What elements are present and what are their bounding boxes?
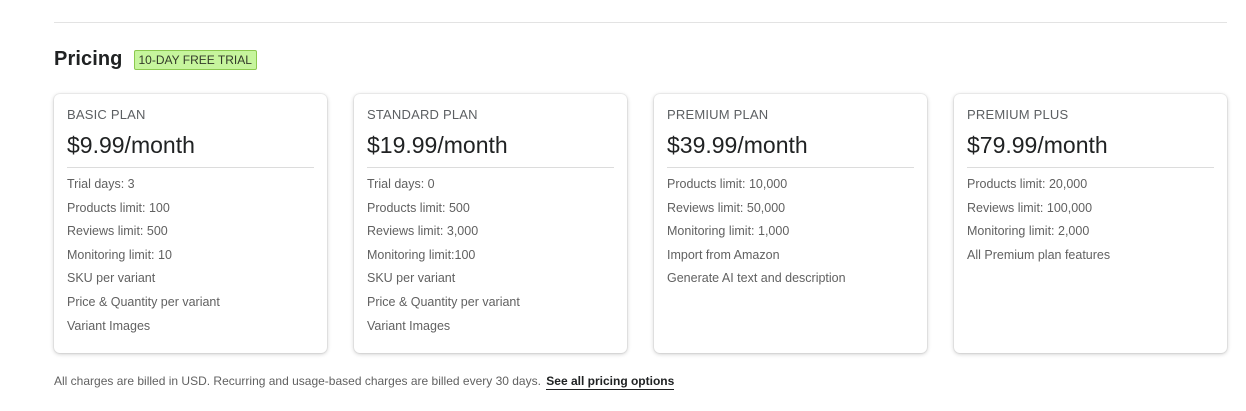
plan-feature: Monitoring limit: 2,000 — [967, 224, 1090, 239]
plan-feature: Price & Quantity per variant — [367, 294, 520, 309]
plan-divider — [67, 167, 314, 168]
plan-feature: Monitoring limit: 10 — [67, 247, 172, 262]
plan-card-standard: STANDARD PLAN $19.99/month Trial days: 0… — [354, 94, 627, 353]
plan-feature: Trial days: 0 — [367, 177, 435, 191]
plan-divider — [667, 167, 914, 168]
plan-feature: Reviews limit: 100,000 — [967, 200, 1093, 215]
feature-list: Trial days: 0 Products limit: 500 Reviews … — [367, 176, 614, 341]
plan-cards: BASIC PLAN $9.99/month Trial days: 3 Prod… — [54, 94, 1227, 353]
plan-name: PREMIUM PLAN — [667, 107, 769, 122]
plan-divider — [967, 167, 1214, 168]
plan-feature: All Premium plan features — [967, 247, 1111, 262]
plan-feature: SKU per variant — [367, 271, 456, 286]
plan-divider — [367, 167, 614, 168]
plan-price: $39.99/month — [667, 132, 808, 158]
plan-name: BASIC PLAN — [67, 107, 146, 122]
plan-feature: Reviews limit: 3,000 — [367, 224, 479, 239]
plan-card-premium: PREMIUM PLAN $39.99/month Products limit… — [654, 94, 927, 353]
plan-card-premium-plus: PREMIUM PLUS $79.99/month Products limit… — [954, 94, 1227, 353]
plan-price: $9.99/month — [67, 132, 195, 158]
plan-feature: Products limit: 20,000 — [967, 177, 1088, 191]
plan-card-basic: BASIC PLAN $9.99/month Trial days: 3 Prod… — [54, 94, 327, 353]
plan-price: $19.99/month — [367, 132, 508, 158]
plan-feature: Trial days: 3 — [67, 177, 135, 191]
pricing-title: Pricing — [54, 48, 123, 70]
billing-footer: All charges are billed in USD. Recurring… — [54, 374, 675, 390]
billing-note: All charges are billed in USD. Recurring… — [54, 374, 541, 388]
plan-price: $79.99/month — [967, 132, 1108, 158]
plan-feature: Reviews limit: 500 — [67, 224, 168, 239]
plan-feature: Reviews limit: 50,000 — [667, 200, 786, 215]
feature-list: Products limit: 20,000 Reviews limit: 100… — [967, 176, 1214, 270]
plan-name: STANDARD PLAN — [367, 107, 478, 122]
plan-name: PREMIUM PLUS — [967, 107, 1069, 122]
plan-feature: Products limit: 500 — [367, 200, 470, 215]
plan-feature: Monitoring limit: 1,000 — [667, 224, 790, 239]
plan-feature: Import from Amazon — [667, 247, 780, 262]
plan-feature: Generate AI text and description — [667, 271, 846, 286]
free-trial-badge: 10-DAY FREE TRIAL — [133, 49, 257, 70]
plan-feature: Products limit: 10,000 — [667, 177, 788, 191]
pricing-header: Pricing 10-DAY FREE TRIAL — [54, 48, 257, 71]
plan-feature: Products limit: 100 — [67, 200, 170, 215]
plan-feature: Price & Quantity per variant — [67, 294, 220, 309]
see-all-pricing-link[interactable]: See all pricing options — [546, 374, 675, 390]
feature-list: Trial days: 3 Products limit: 100 Reviews … — [67, 176, 314, 341]
top-divider — [54, 22, 1227, 23]
feature-list: Products limit: 10,000 Reviews limit: 50,… — [667, 176, 914, 294]
plan-feature: SKU per variant — [67, 271, 156, 286]
plan-feature: Monitoring limit:100 — [367, 247, 476, 262]
plan-feature: Variant Images — [367, 318, 451, 333]
plan-feature: Variant Images — [67, 318, 151, 333]
